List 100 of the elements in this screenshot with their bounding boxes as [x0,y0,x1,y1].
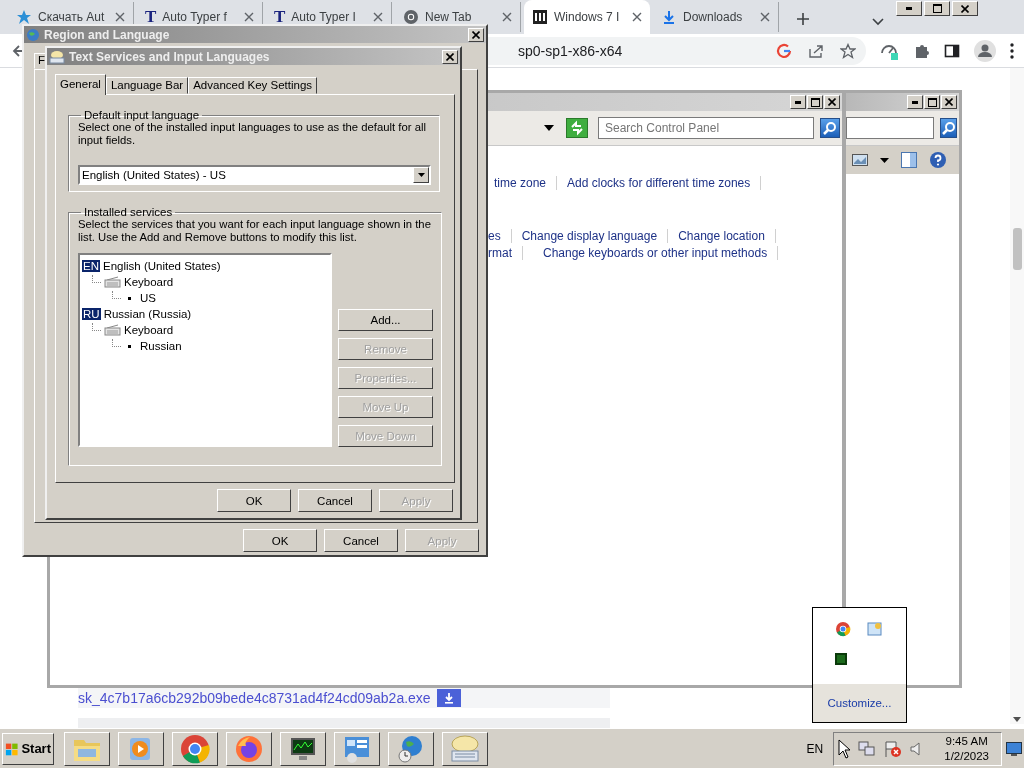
close-icon[interactable] [632,12,642,22]
download-icon [442,692,455,704]
dropdown-icon[interactable] [544,125,554,131]
dialog-button[interactable]: OK [217,489,291,512]
bullet-icon [128,296,131,300]
control-panel-link[interactable]: Change keyboards or other input methods [523,245,779,260]
scroll-down-icon[interactable] [1013,717,1021,722]
refresh-button[interactable] [566,118,588,138]
speaker-icon[interactable] [910,740,923,757]
minimize-button[interactable] [790,95,806,109]
taskbar-button[interactable] [64,731,110,766]
circle-logo-icon[interactable] [835,621,851,637]
browser-tab[interactable]: Windows 7 I [524,0,650,34]
typer-logo-icon: T [274,9,286,25]
globe-icon [26,27,40,42]
maximize-icon [927,97,937,107]
keyboard-icon [104,276,121,288]
dialog-button[interactable]: Add... [338,309,433,331]
control-panel-link[interactable]: Change location [668,228,776,243]
close-button[interactable] [468,27,484,42]
maximize-button[interactable] [924,1,950,16]
circle-logo-icon [179,732,211,765]
minimize-icon [795,100,801,104]
chevron-icon[interactable] [872,18,884,26]
taskbar-button[interactable] [172,731,218,766]
tree-item[interactable]: US [140,292,156,304]
maximize-icon [932,4,942,13]
search-field[interactable] [846,117,934,139]
scrollbar-thumb[interactable] [1013,228,1022,270]
browser-tab[interactable]: Downloads [653,2,779,32]
close-button[interactable] [442,49,458,64]
close-icon [961,4,969,13]
download-button[interactable] [436,689,461,707]
keyboard-icon [449,733,481,764]
close-icon[interactable] [502,12,512,22]
tree-item[interactable]: Russian (Russia) [103,308,192,320]
dialog-button[interactable]: Cancel [298,489,372,512]
maximize-button[interactable] [924,95,940,109]
side-panel-icon[interactable] [944,42,960,59]
taskbar-button[interactable] [280,731,326,766]
tree-item[interactable]: Keyboard [124,324,174,336]
share-icon[interactable] [808,42,824,59]
menu-icon[interactable] [1010,42,1014,59]
taskbar-button[interactable] [118,731,164,766]
dialog-button[interactable]: OK [243,529,317,552]
close-button[interactable] [824,95,840,109]
caret-icon [417,173,425,177]
puzzle-icon[interactable] [914,42,930,59]
flag-icon[interactable] [884,739,903,758]
services-tree[interactable]: EN English (United States) Keyboard US RU Russian (Russia) Keyboard Russian [78,253,332,447]
group-description: Select the services that you want for each input language shown in the list. Use the Add and Remove buttons to modify this list. [78,218,432,244]
language-code: RU [82,308,101,320]
dialog-tab[interactable]: Advanced Key Settings [188,77,318,94]
close-icon[interactable] [373,12,383,22]
dialog-button[interactable]: Cancel [324,529,398,552]
maximize-icon [810,97,820,107]
search-field[interactable]: Search Control Panel [598,117,814,139]
tree-item[interactable]: Russian [140,340,182,352]
close-icon [945,98,953,106]
search-button[interactable] [940,118,957,138]
help-icon[interactable] [929,151,947,169]
close-icon [472,30,480,39]
tree-item[interactable]: English (United States) [103,260,221,272]
keyboard-icon [104,324,121,336]
profile-icon[interactable] [974,39,996,62]
logo-icon [16,9,32,25]
show-desktop-icon[interactable] [1006,741,1022,756]
close-button[interactable] [952,1,978,16]
caret-icon[interactable] [880,157,889,163]
search-button[interactable] [820,118,840,138]
taskbar-button[interactable] [226,731,272,766]
close-icon [446,52,454,61]
google-icon[interactable] [776,42,792,59]
language-indicator[interactable]: EN [806,741,824,756]
circle-logo-icon [403,9,419,25]
new-tab-icon[interactable] [796,12,810,26]
star-icon[interactable] [840,42,856,59]
taskbar-button[interactable] [442,731,488,766]
dialog-tab[interactable]: Language Bar [105,77,189,94]
minimize-button[interactable] [896,1,922,16]
network-icon[interactable] [858,740,877,757]
close-icon[interactable] [760,12,770,22]
language-dropdown[interactable]: English (United States) - US [78,165,431,185]
control-panel-link[interactable]: time zone [494,175,558,190]
dialog-tab[interactable]: General [55,74,106,95]
taskbar-button[interactable] [334,731,380,766]
view-icon[interactable] [852,154,868,166]
start-button[interactable]: Start [2,732,54,765]
preview-pane-icon[interactable] [901,152,917,168]
tree-item[interactable]: Keyboard [124,276,174,288]
close-icon[interactable] [244,12,254,22]
taskbar-button[interactable] [388,731,434,766]
maximize-button[interactable] [807,95,823,109]
control-panel-link[interactable]: Change display language [511,228,669,243]
minimize-button[interactable] [907,95,923,109]
close-button[interactable] [941,95,957,109]
dialog-title: Text Services and Input Languages [69,49,271,64]
close-icon[interactable] [115,12,125,22]
group-label: Installed services [83,206,174,218]
control-panel-link[interactable]: Add clocks for different time zones [557,175,762,190]
